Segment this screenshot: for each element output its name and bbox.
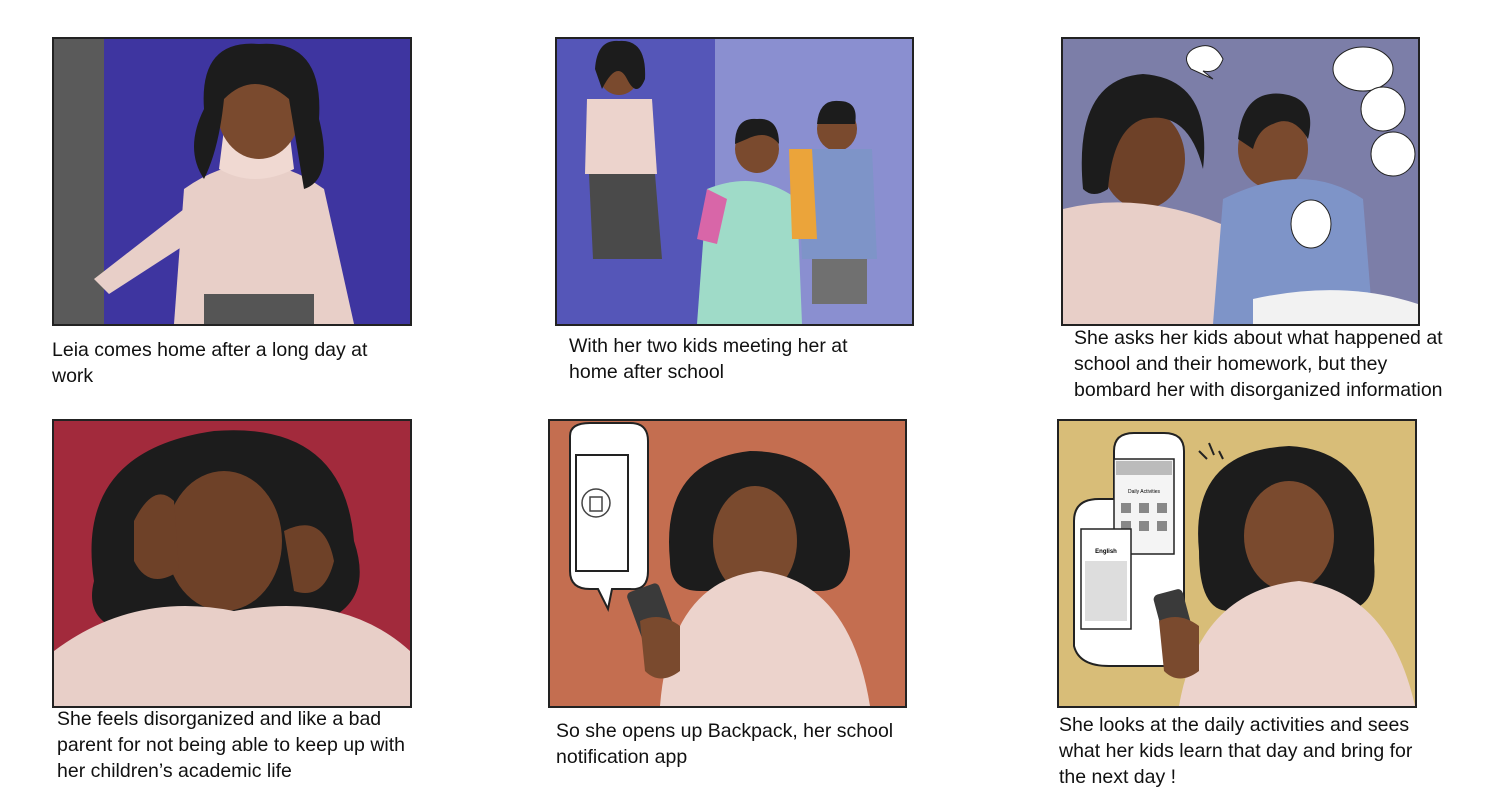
- panel-5-illustration: [550, 421, 905, 706]
- storyboard-panel-2: [555, 37, 914, 326]
- panel-4-caption: She feels disorganized and like a bad pa…: [57, 708, 405, 782]
- storyboard-panel-6: Daily Activities English: [1057, 419, 1417, 708]
- panel-6-illustration: Daily Activities English: [1059, 421, 1415, 706]
- storyboard-panel-1: [52, 37, 412, 326]
- panel-2-illustration: [557, 39, 912, 324]
- storyboard-panel-5: [548, 419, 907, 708]
- storyboard-panel-3: [1061, 37, 1420, 326]
- panel-3-illustration: [1063, 39, 1418, 324]
- phone-screen-header: Daily Activities: [1128, 489, 1160, 495]
- panel-1-caption: Leia comes home after a long day at work: [52, 339, 368, 387]
- panel-2-caption: With her two kids meeting her at home af…: [569, 335, 848, 383]
- phone-screen-card-title: English: [1095, 549, 1117, 555]
- storyboard-panel-4: [52, 419, 412, 708]
- panel-4-illustration: [54, 421, 410, 706]
- panel-6-caption: She looks at the daily activities and se…: [1059, 714, 1413, 788]
- panel-1-illustration: [54, 39, 410, 324]
- panel-5-caption: So she opens up Backpack, her school not…: [556, 720, 894, 768]
- panel-3-caption: She asks her kids about what happened at…: [1074, 327, 1443, 401]
